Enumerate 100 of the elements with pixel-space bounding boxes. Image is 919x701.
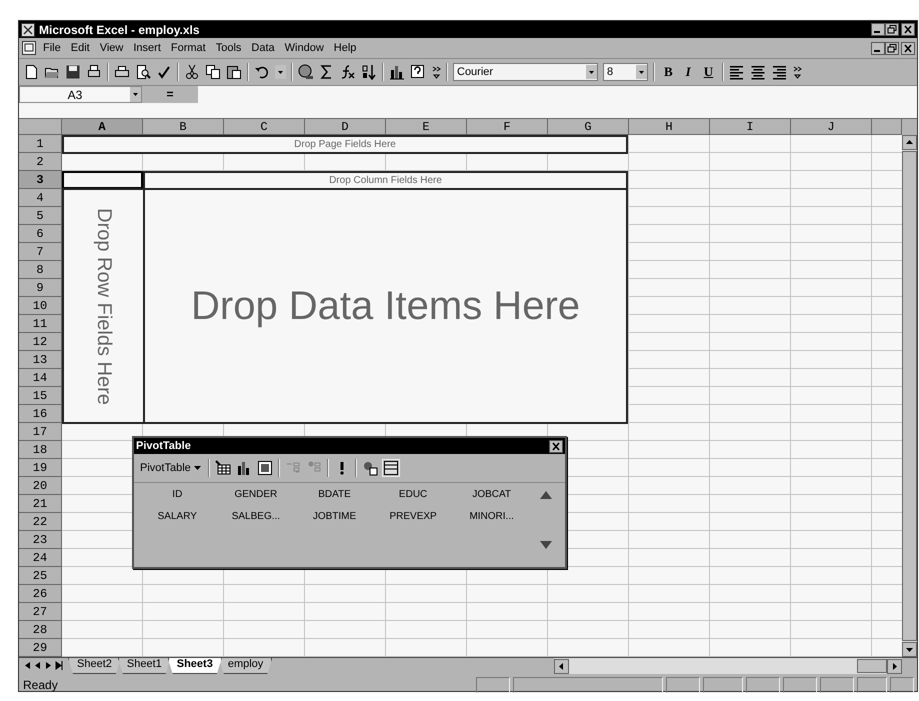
document-minimize-icon[interactable]	[871, 42, 885, 54]
row-header[interactable]: 20	[19, 477, 62, 495]
pivottable-menu[interactable]: PivotTable	[138, 462, 203, 474]
row-header[interactable]: 6	[19, 225, 62, 243]
font-field[interactable]: Courier	[453, 63, 598, 81]
align-right-icon[interactable]	[771, 64, 788, 80]
menu-item[interactable]: Help	[330, 42, 360, 54]
field-button[interactable]: MINORI...	[452, 511, 531, 533]
row-header[interactable]: 22	[19, 513, 62, 531]
sheet-tab[interactable]: Sheet1	[118, 658, 171, 674]
document-close-icon[interactable]	[901, 42, 915, 54]
row-header[interactable]: 8	[19, 261, 62, 279]
field-button[interactable]: GENDER	[216, 489, 296, 511]
dropdown-icon[interactable]	[586, 65, 597, 79]
document-restore-icon[interactable]	[885, 42, 899, 54]
menu-item[interactable]: File	[39, 42, 65, 54]
scroll-down-icon[interactable]	[540, 541, 552, 549]
scroll-up-icon[interactable]	[540, 491, 552, 499]
function-icon[interactable]	[340, 64, 356, 80]
spelling-check-icon[interactable]	[156, 64, 172, 80]
menu-item[interactable]: Format	[166, 42, 210, 54]
paste-icon[interactable]	[226, 64, 242, 80]
cut-icon[interactable]	[184, 64, 200, 80]
row-header[interactable]: 18	[19, 441, 62, 459]
more-chevron-icon[interactable]	[792, 64, 802, 80]
row-header[interactable]: 25	[19, 567, 62, 585]
field-button[interactable]: BDATE	[295, 489, 374, 511]
menu-item[interactable]: Data	[247, 42, 279, 54]
field-button[interactable]: EDUC	[374, 489, 452, 511]
column-header[interactable]: B	[143, 119, 224, 135]
undo-dropdown-icon[interactable]	[275, 65, 286, 79]
row-header[interactable]: 9	[19, 279, 62, 297]
copy-icon[interactable]	[205, 64, 221, 80]
column-header[interactable]: C	[224, 119, 305, 135]
sheet-tab[interactable]: Sheet2	[68, 658, 121, 674]
row-header[interactable]: 12	[19, 333, 62, 351]
undo-icon[interactable]	[254, 64, 270, 80]
scroll-thumb[interactable]	[857, 659, 887, 673]
row-header[interactable]: 23	[19, 531, 62, 549]
close-icon[interactable]	[901, 23, 915, 36]
field-button[interactable]: PREVEXP	[374, 511, 452, 533]
column-header[interactable]: J	[791, 119, 872, 135]
row-header[interactable]: 19	[19, 459, 62, 477]
field-button[interactable]: SALBEG...	[216, 511, 296, 533]
row-header[interactable]: 21	[19, 495, 62, 513]
row-header[interactable]: 10	[19, 297, 62, 315]
row-header[interactable]: 13	[19, 351, 62, 369]
save-icon[interactable]	[65, 64, 81, 80]
page-field-drop-zone[interactable]: Drop Page Fields Here	[62, 135, 628, 154]
row-header[interactable]: 26	[19, 585, 62, 603]
row-header[interactable]: 29	[19, 639, 62, 657]
row-header[interactable]: 17	[19, 423, 62, 441]
scroll-left-icon[interactable]	[554, 658, 569, 674]
sheet-tab[interactable]: Sheet3	[168, 658, 222, 674]
data-drop-zone[interactable]: Drop Data Items Here	[143, 188, 628, 424]
restore-icon[interactable]	[885, 23, 899, 36]
scroll-up-icon[interactable]	[902, 135, 917, 150]
underline-button[interactable]: U	[700, 64, 718, 80]
row-header[interactable]: 28	[19, 621, 62, 639]
bold-button[interactable]: B	[660, 64, 677, 80]
scroll-down-icon[interactable]	[902, 642, 917, 657]
last-sheet-icon[interactable]	[54, 659, 65, 672]
table-icon[interactable]	[382, 460, 399, 476]
menu-item[interactable]: Insert	[129, 42, 165, 54]
column-header[interactable]: E	[386, 119, 467, 135]
menu-item[interactable]: View	[96, 42, 128, 54]
name-box[interactable]: A3	[19, 86, 142, 103]
row-field-drop-zone[interactable]: Drop Row Fields Here	[62, 188, 145, 424]
column-header[interactable]: D	[305, 119, 386, 135]
field-button[interactable]: JOBTIME	[295, 511, 374, 533]
align-center-icon[interactable]	[750, 64, 766, 80]
align-left-icon[interactable]	[729, 64, 746, 80]
row-header[interactable]: 24	[19, 549, 62, 567]
sort-ascending-icon[interactable]	[361, 64, 377, 80]
chart-icon[interactable]	[236, 460, 252, 476]
column-header[interactable]: H	[629, 119, 710, 135]
scroll-right-icon[interactable]	[887, 658, 902, 674]
select-all-button[interactable]	[19, 119, 62, 135]
horizontal-scrollbar[interactable]	[554, 658, 902, 674]
dropdown-icon[interactable]	[130, 87, 141, 102]
row-header[interactable]: 2	[19, 153, 62, 171]
close-icon[interactable]	[549, 440, 563, 452]
help-icon[interactable]	[410, 64, 426, 80]
row-header[interactable]: 5	[19, 207, 62, 225]
row-header[interactable]: 15	[19, 387, 62, 405]
new-document-icon[interactable]	[23, 64, 39, 80]
row-header[interactable]: 7	[19, 243, 62, 261]
more-chevron-icon[interactable]	[431, 64, 441, 80]
minimize-icon[interactable]	[871, 23, 885, 36]
menu-item[interactable]: Edit	[66, 42, 94, 54]
menu-item[interactable]: Tools	[212, 42, 246, 54]
row-header[interactable]: 11	[19, 315, 62, 333]
print-icon[interactable]	[114, 64, 130, 80]
chart-icon[interactable]	[389, 64, 405, 80]
field-button[interactable]: JOBCAT	[452, 489, 531, 511]
italic-button[interactable]: I	[682, 64, 695, 80]
sheet-tab[interactable]: employ	[218, 658, 272, 674]
field-button[interactable]: ID	[138, 489, 217, 511]
row-header[interactable]: 1	[19, 135, 62, 153]
dropdown-icon[interactable]	[636, 65, 647, 79]
